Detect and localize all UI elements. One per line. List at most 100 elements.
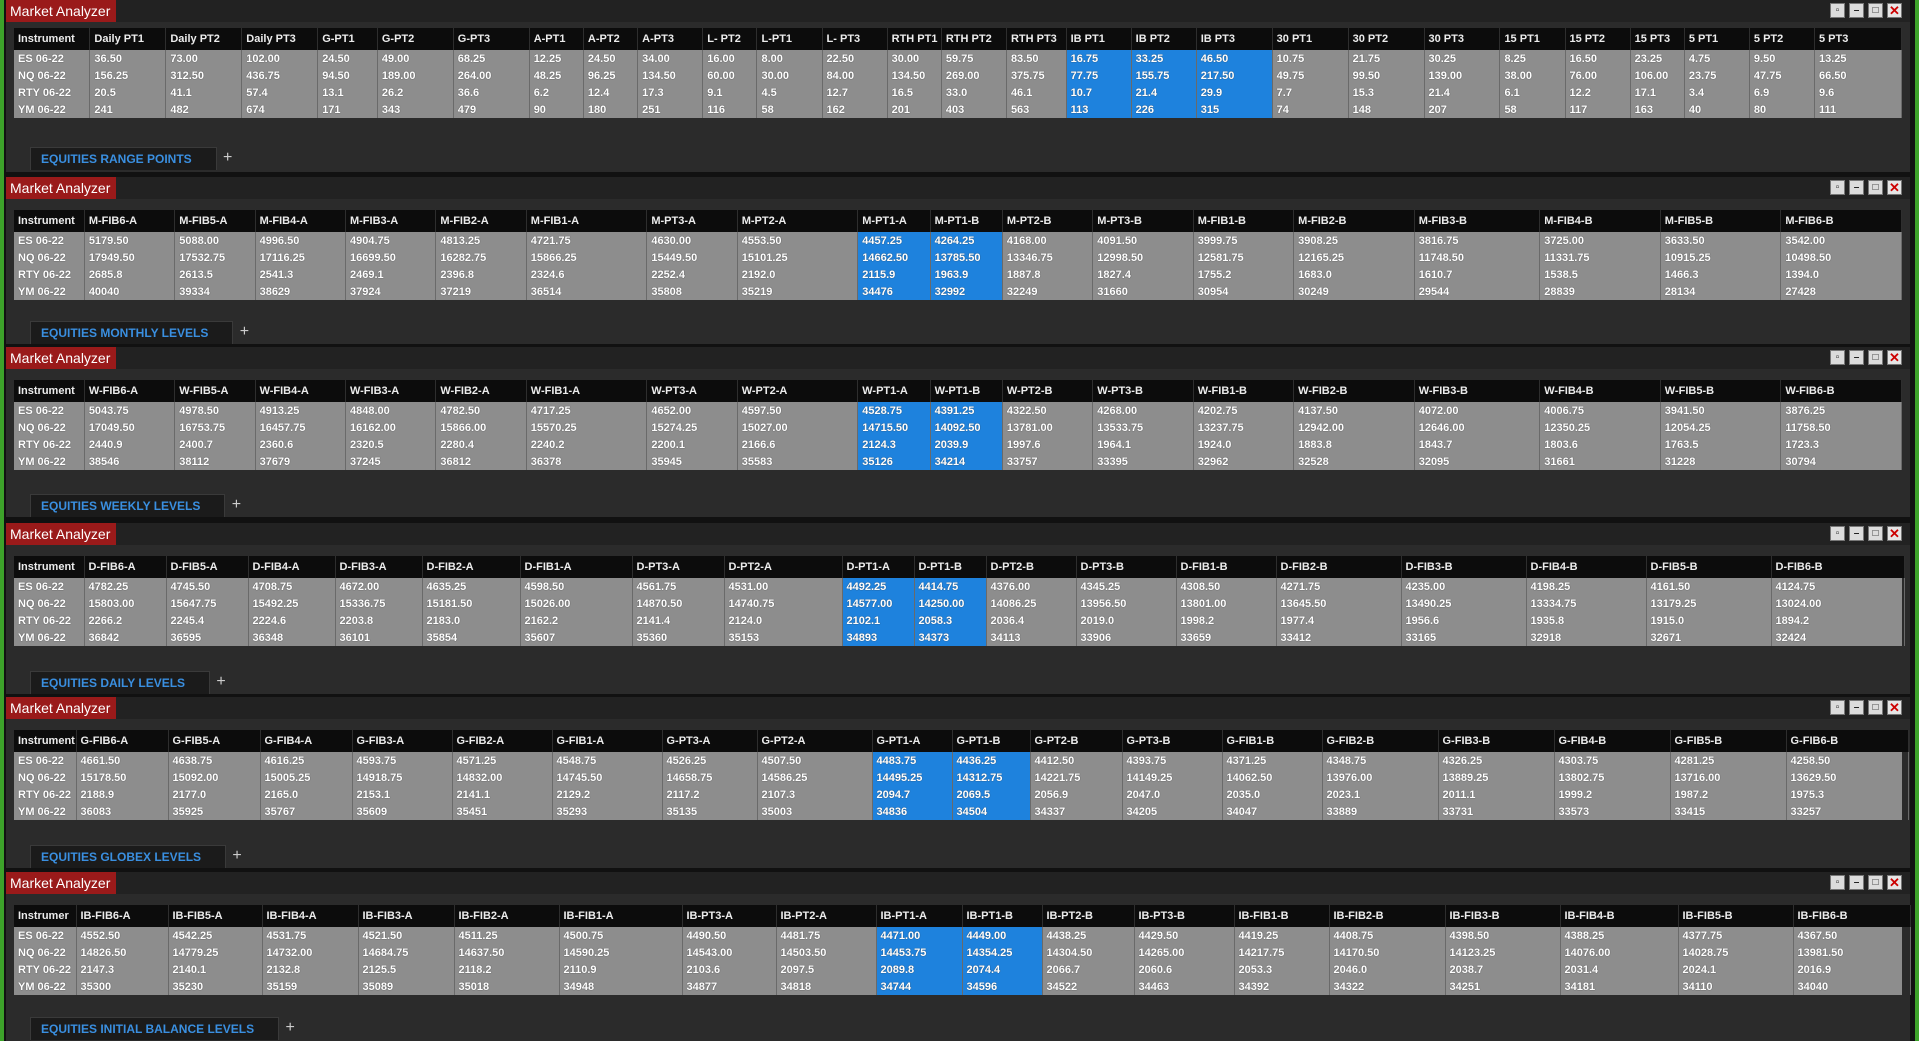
column-header[interactable]: Daily PT3 [241,28,319,50]
value-cell[interactable]: 4672.00 [335,578,423,595]
value-cell[interactable]: 3633.50 [1660,232,1782,249]
value-cell[interactable]: 13976.00 [1322,769,1439,786]
value-cell[interactable]: 28134 [1660,283,1782,300]
value-cell[interactable]: 13716.00 [1670,769,1787,786]
value-cell[interactable]: 84.00 [822,67,888,84]
column-header[interactable]: M-FIB2-B [1293,210,1415,232]
value-cell[interactable]: 4168.00 [1002,232,1094,249]
value-cell[interactable]: 2023.1 [1322,786,1439,803]
value-cell[interactable]: 4124.75 [1771,578,1905,595]
value-cell[interactable]: 315 [1196,101,1273,118]
column-header[interactable]: Daily PT2 [165,28,243,50]
column-header[interactable]: W-FIB4-B [1539,380,1661,402]
instrument-cell[interactable]: ES 06-22 [14,752,77,769]
value-cell[interactable]: 11748.50 [1414,249,1541,266]
column-header[interactable]: M-FIB1-B [1193,210,1295,232]
tab-range[interactable]: EQUITIES RANGE POINTS [30,147,217,170]
close-icon[interactable]: ✕ [1887,526,1902,541]
column-header[interactable]: D-PT3-A [632,556,725,578]
column-header[interactable]: M-PT1-A [857,210,931,232]
column-header[interactable]: L-PT1 [756,28,823,50]
value-cell[interactable]: 12581.75 [1193,249,1295,266]
value-cell[interactable]: 4913.25 [255,402,346,419]
value-cell[interactable]: 201 [887,101,942,118]
value-cell[interactable]: 4408.75 [1329,927,1446,944]
table-row[interactable]: YM 06-22 38546 38112 37679 37245 36812 36378 35… [14,453,1902,470]
value-cell[interactable]: 3908.25 [1293,232,1415,249]
value-cell[interactable]: 13334.75 [1526,595,1647,612]
value-cell[interactable]: 35451 [452,803,553,820]
value-cell[interactable]: 2056.9 [1030,786,1123,803]
value-cell[interactable]: 14217.75 [1234,944,1330,961]
value-cell[interactable]: 14715.50 [857,419,931,436]
value-cell[interactable]: 40 [1684,101,1750,118]
value-cell[interactable]: 99.50 [1348,67,1425,84]
value-cell[interactable]: 13237.75 [1193,419,1295,436]
value-cell[interactable]: 14076.00 [1560,944,1679,961]
value-cell[interactable]: 37924 [345,283,437,300]
value-cell[interactable]: 10915.25 [1660,249,1782,266]
value-cell[interactable]: 14637.50 [454,944,560,961]
value-cell[interactable]: 2188.9 [76,786,169,803]
value-cell[interactable]: 33731 [1438,803,1555,820]
restore-icon[interactable]: ▫ [1830,3,1845,18]
value-cell[interactable]: 134.50 [887,67,942,84]
value-cell[interactable]: 35300 [76,978,169,995]
value-cell[interactable]: 60.00 [702,67,758,84]
value-cell[interactable]: 24.50 [317,50,378,67]
value-cell[interactable]: 2245.4 [166,612,249,629]
value-cell[interactable]: 17.3 [637,84,704,101]
value-cell[interactable]: 15026.00 [520,595,633,612]
value-cell[interactable]: 4526.25 [662,752,758,769]
value-cell[interactable]: 15866.25 [526,249,648,266]
column-header[interactable]: 15 PT3 [1630,28,1685,50]
value-cell[interactable]: 3542.00 [1780,232,1902,249]
value-cell[interactable]: 12998.50 [1092,249,1194,266]
value-cell[interactable]: 58 [756,101,823,118]
table-row[interactable]: ES 06-22 4552.50 4542.25 4531.75 4521.50 4511… [14,927,1911,944]
value-cell[interactable]: 3941.50 [1660,402,1782,419]
value-cell[interactable]: 14086.25 [986,595,1077,612]
value-cell[interactable]: 15092.00 [168,769,261,786]
value-cell[interactable]: 2035.0 [1222,786,1323,803]
value-cell[interactable]: 2097.5 [776,961,877,978]
value-cell[interactable]: 4552.50 [76,927,169,944]
value-cell[interactable]: 2320.5 [345,436,437,453]
value-cell[interactable]: 13981.50 [1793,944,1911,961]
minimize-icon[interactable]: – [1849,180,1864,195]
column-header[interactable]: G-PT1-A [872,730,953,752]
instrument-cell[interactable]: YM 06-22 [14,803,77,820]
value-cell[interactable]: 90 [529,101,584,118]
value-cell[interactable]: 4264.25 [930,232,1003,249]
value-cell[interactable]: 4598.50 [520,578,633,595]
value-cell[interactable]: 3816.75 [1414,232,1541,249]
value-cell[interactable]: 2118.2 [454,961,560,978]
table-row[interactable]: NQ 06-22 15803.00 15647.75 15492.25 15336.75… [14,595,1905,612]
value-cell[interactable]: 49.75 [1272,67,1349,84]
value-cell[interactable]: 1394.0 [1780,266,1902,283]
value-cell[interactable]: 35230 [168,978,263,995]
value-cell[interactable]: 34744 [876,978,963,995]
value-cell[interactable]: 4813.25 [435,232,527,249]
value-cell[interactable]: 31228 [1660,453,1782,470]
instrument-cell[interactable]: NQ 06-22 [14,419,85,436]
value-cell[interactable]: 16.00 [702,50,758,67]
value-cell[interactable]: 13785.50 [930,249,1003,266]
column-header[interactable]: G-FIB5-B [1670,730,1787,752]
value-cell[interactable]: 12942.00 [1293,419,1415,436]
table-row[interactable]: ES 06-22 4661.50 4638.75 4616.25 4593.75 4571… [14,752,1909,769]
value-cell[interactable]: 34322 [1329,978,1446,995]
value-cell[interactable]: 35925 [168,803,261,820]
table-row[interactable]: NQ 06-22 17049.50 16753.75 16457.75 16162.00… [14,419,1902,436]
maximize-icon[interactable]: □ [1868,875,1883,890]
value-cell[interactable]: 4521.50 [358,927,455,944]
column-header[interactable]: W-FIB4-A [255,380,346,402]
value-cell[interactable]: 4996.50 [255,232,346,249]
value-cell[interactable]: 14092.50 [930,419,1003,436]
column-header[interactable]: IB-FIB1-B [1234,905,1330,927]
column-header[interactable]: IB-FIB3-B [1445,905,1561,927]
instrument-cell[interactable]: NQ 06-22 [14,944,77,961]
value-cell[interactable]: 4717.25 [526,402,648,419]
value-cell[interactable]: 4500.75 [559,927,683,944]
table-row[interactable]: ES 06-22 5043.75 4978.50 4913.25 4848.00 4782… [14,402,1902,419]
